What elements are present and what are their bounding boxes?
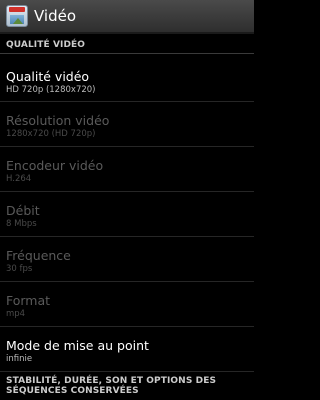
pref-title: Qualité vidéo <box>6 69 90 84</box>
pref-summary: infinie <box>6 354 33 364</box>
pref-title: Fréquence <box>6 248 71 263</box>
pref-format: Format mp4 <box>0 282 254 327</box>
pref-title: Résolution vidéo <box>6 113 110 128</box>
page-title: Vidéo <box>34 7 77 25</box>
pref-title: Débit <box>6 203 40 218</box>
video-camera-app-icon[interactable] <box>6 5 28 27</box>
pref-title: Encodeur vidéo <box>6 158 104 173</box>
pref-focus-mode[interactable]: Mode de mise au point infinie <box>0 327 254 372</box>
section-header-stability: STABILITÉ, DURÉE, SON ET OPTIONS DES SÉQ… <box>6 376 217 396</box>
pref-summary: 1280x720 (HD 720p) <box>6 129 96 139</box>
pref-summary: 30 fps <box>6 264 33 274</box>
section-header-quality: QUALITÉ VIDÉO <box>0 34 254 54</box>
pref-video-quality[interactable]: Qualité vidéo HD 720p (1280x720) <box>0 54 254 102</box>
pref-summary: mp4 <box>6 309 26 319</box>
pref-title: Mode de mise au point <box>6 338 149 353</box>
pref-summary: 8 Mbps <box>6 219 37 229</box>
pref-framerate: Fréquence 30 fps <box>0 237 254 282</box>
pref-summary: HD 720p (1280x720) <box>6 85 96 95</box>
pref-video-encoder: Encodeur vidéo H.264 <box>0 147 254 192</box>
pref-bitrate: Débit 8 Mbps <box>0 192 254 237</box>
pref-summary: H.264 <box>6 174 32 184</box>
pref-title: Format <box>6 293 51 308</box>
pref-video-resolution: Résolution vidéo 1280x720 (HD 720p) <box>0 102 254 147</box>
action-bar: Vidéo <box>0 0 254 34</box>
